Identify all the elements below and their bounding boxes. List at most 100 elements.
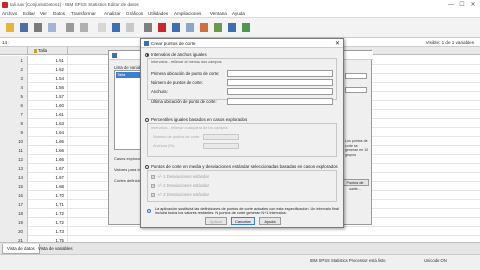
data-cell[interactable]: 1.72 — [28, 209, 68, 218]
menu-datos[interactable]: Datos — [53, 11, 65, 16]
row-number[interactable]: 9 — [0, 128, 28, 137]
grid-corner[interactable] — [0, 47, 28, 55]
variables-icon[interactable] — [124, 21, 136, 34]
data-cell[interactable]: 1.66 — [28, 155, 68, 164]
data-cell[interactable]: 1.60 — [28, 101, 68, 110]
menu-archivo[interactable]: Archivo — [2, 11, 17, 16]
help-button[interactable]: Ayuda — [259, 217, 281, 225]
data-cell[interactable]: 1.61 — [28, 110, 68, 119]
find-icon[interactable] — [142, 21, 154, 34]
sd-2-checkbox[interactable]: +/- 2 Desviaciones estándar — [151, 183, 209, 188]
menu-ventana[interactable]: Ventana — [210, 11, 227, 16]
data-cell[interactable]: 1.73 — [28, 227, 68, 236]
variable-list-item[interactable]: Talla — [116, 72, 141, 78]
row-number[interactable]: 4 — [0, 83, 28, 92]
bg-field[interactable] — [345, 87, 367, 93]
data-cell[interactable]: 1.52 — [28, 65, 68, 74]
first-cutpoint-input[interactable] — [227, 70, 333, 77]
cell-reference[interactable]: 14 : — [2, 40, 10, 45]
menu-utilidades[interactable]: Utilidades — [148, 11, 168, 16]
radio-button[interactable] — [145, 52, 149, 57]
data-cell[interactable]: 1.56 — [28, 83, 68, 92]
menu-editar[interactable]: Editar — [23, 11, 35, 16]
row-number[interactable]: 16 — [0, 191, 28, 200]
row-number[interactable]: 8 — [0, 119, 28, 128]
option-equal-percentiles[interactable]: Percentiles iguales basados en casos exp… — [145, 117, 247, 122]
make-cutpoints-button[interactable]: Puntos de corte... — [341, 179, 369, 191]
last-cutpoint-input[interactable] — [227, 98, 333, 105]
data-cell[interactable]: 1.72 — [28, 218, 68, 227]
maximize-button[interactable]: ☐ — [457, 1, 467, 9]
redo-icon[interactable] — [78, 21, 90, 34]
radio-button[interactable] — [145, 117, 149, 122]
split-file-icon[interactable] — [184, 21, 196, 34]
row-number[interactable]: 15 — [0, 182, 28, 191]
sd-1-checkbox[interactable]: +/- 1 Desviaciones estándar — [151, 174, 209, 179]
recall-dialog-icon[interactable] — [46, 21, 58, 34]
row-number[interactable]: 19 — [0, 218, 28, 227]
data-cell[interactable]: 1.68 — [28, 182, 68, 191]
row-number[interactable]: 7 — [0, 110, 28, 119]
menu-ver[interactable]: Ver — [40, 11, 47, 16]
value-labels-icon[interactable] — [226, 21, 238, 34]
data-cell[interactable]: 1.63 — [28, 119, 68, 128]
row-number[interactable]: 14 — [0, 173, 28, 182]
dialog-close-button[interactable]: ✕ — [335, 40, 340, 47]
percentile-width-input[interactable] — [203, 143, 239, 149]
row-number[interactable]: 11 — [0, 146, 28, 155]
row-number[interactable]: 2 — [0, 65, 28, 74]
goto-variable-icon[interactable] — [110, 21, 122, 34]
column-header-talla[interactable]: Talla — [28, 47, 68, 55]
print-icon[interactable] — [32, 21, 44, 34]
data-cell[interactable]: 1.66 — [28, 146, 68, 155]
menu-ayuda[interactable]: Ayuda — [232, 11, 245, 16]
data-cell[interactable]: 1.67 — [28, 173, 68, 182]
checkbox[interactable] — [151, 192, 155, 197]
row-number[interactable]: 1 — [0, 56, 28, 65]
select-cases-icon[interactable] — [212, 21, 224, 34]
apply-button[interactable]: Aplicar — [205, 217, 227, 225]
row-number[interactable]: 5 — [0, 92, 28, 101]
radio-button[interactable] — [145, 164, 149, 169]
tab-variable-view[interactable]: Vista de variables — [34, 244, 77, 254]
row-number[interactable]: 10 — [0, 137, 28, 146]
percentile-count-input[interactable] — [203, 134, 239, 140]
close-window-button[interactable]: ✕ — [468, 1, 478, 9]
row-number[interactable]: 6 — [0, 101, 28, 110]
data-cell[interactable]: 1.65 — [28, 137, 68, 146]
row-number[interactable]: 12 — [0, 155, 28, 164]
sd-3-checkbox[interactable]: +/- 3 Desviaciones estándar — [151, 192, 209, 197]
row-number[interactable]: 3 — [0, 74, 28, 83]
goto-case-icon[interactable] — [96, 21, 108, 34]
data-cell[interactable]: 1.64 — [28, 128, 68, 137]
data-cell[interactable]: 1.51 — [28, 56, 68, 65]
row-number[interactable]: 13 — [0, 164, 28, 173]
row-number[interactable]: 20 — [0, 227, 28, 236]
cutpoint-count-input[interactable] — [227, 79, 333, 86]
use-sets-icon[interactable] — [240, 21, 252, 34]
weight-cases-icon[interactable] — [198, 21, 210, 34]
menu-analizar[interactable]: Analizar — [104, 11, 121, 16]
option-equal-width[interactable]: Intervalos de anchos iguales — [145, 52, 207, 57]
save-icon[interactable] — [18, 21, 30, 34]
option-mean-sd[interactable]: Puntos de corte en media y desviaciones … — [145, 164, 338, 169]
undo-icon[interactable] — [64, 21, 76, 34]
menu-transformar[interactable]: Transformar — [71, 11, 96, 16]
minimize-button[interactable]: — — [446, 1, 456, 9]
insert-variable-icon[interactable] — [170, 21, 182, 34]
data-cell[interactable]: 1.57 — [28, 92, 68, 101]
menu-ampliaciones[interactable]: Ampliaciones — [174, 11, 201, 16]
bg-field[interactable] — [345, 73, 367, 79]
data-cell[interactable]: 1.67 — [28, 164, 68, 173]
cancel-button[interactable]: Cancelar — [231, 217, 255, 225]
table-row[interactable]: 20 1.73 — [0, 227, 480, 236]
menu-graficos[interactable]: Gráficos — [126, 11, 143, 16]
row-number[interactable]: 18 — [0, 209, 28, 218]
row-number[interactable]: 17 — [0, 200, 28, 209]
data-cell[interactable]: 1.71 — [28, 200, 68, 209]
open-file-icon[interactable] — [4, 21, 16, 34]
width-input[interactable] — [227, 88, 333, 95]
data-cell[interactable]: 1.70 — [28, 191, 68, 200]
checkbox[interactable] — [151, 183, 155, 188]
insert-cases-icon[interactable] — [156, 21, 168, 34]
